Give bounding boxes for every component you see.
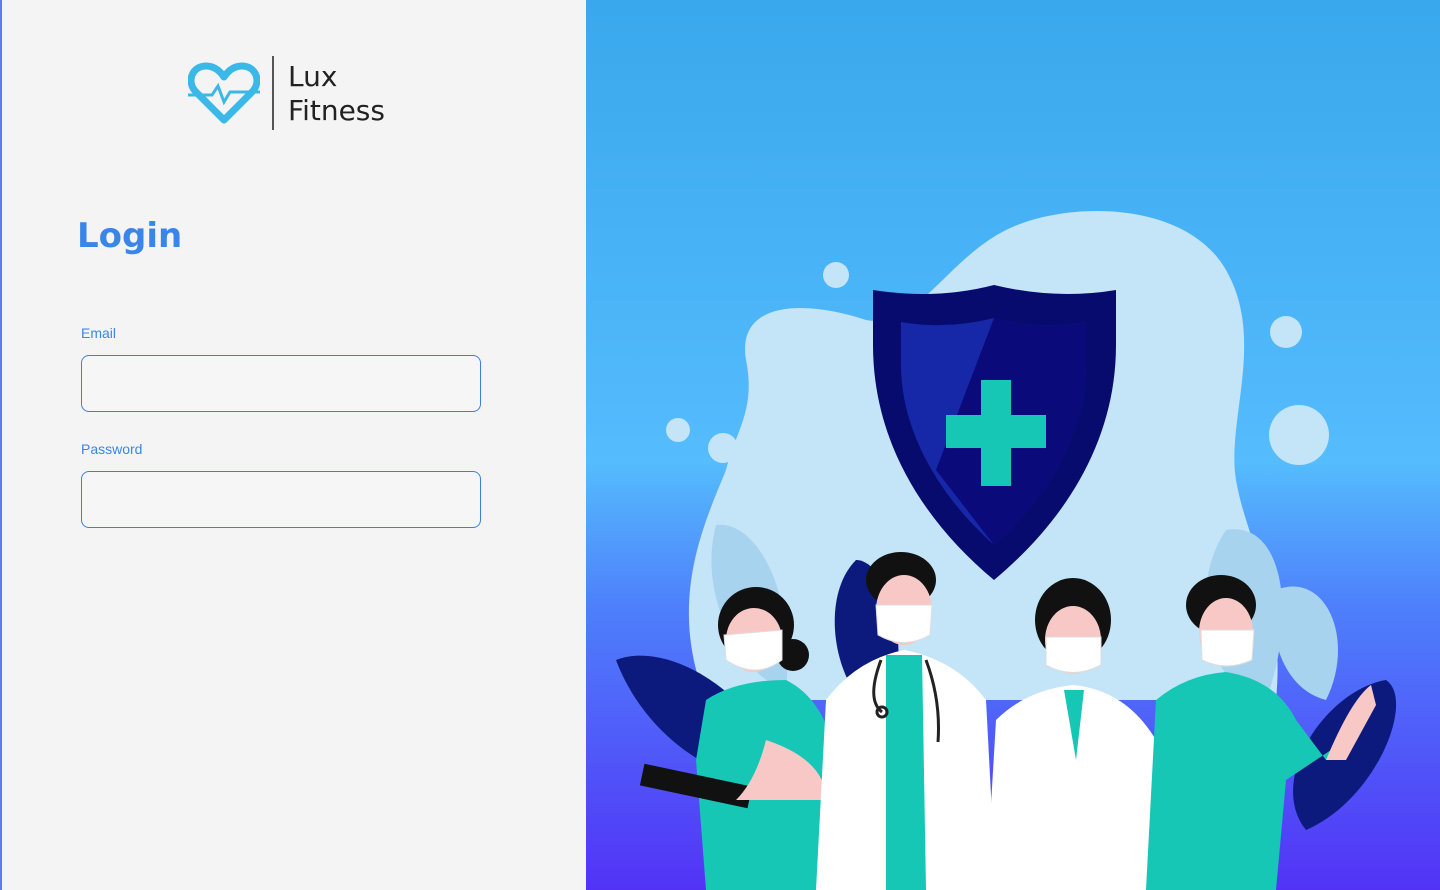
login-title: Login [77, 216, 183, 256]
scrubs [886, 655, 926, 890]
face-mask [1200, 629, 1255, 667]
email-label: Email [81, 325, 117, 341]
face-mask [1045, 636, 1102, 673]
bubble [823, 262, 849, 288]
cross-horizontal [946, 415, 1046, 448]
brand-logo: Lux Fitness [188, 56, 408, 132]
hero-panel [586, 0, 1440, 890]
brand-name-line2: Fitness [288, 94, 385, 127]
leaf-right-light-2 [1273, 586, 1338, 700]
email-field[interactable] [81, 355, 481, 412]
logo-divider [272, 56, 274, 130]
face-mask [875, 604, 933, 643]
heart-pulse-icon [188, 62, 260, 124]
bubble [666, 418, 690, 442]
bubble [708, 433, 738, 463]
bubble [1269, 405, 1329, 465]
login-panel: Lux Fitness Login Email Password [0, 0, 586, 890]
password-label: Password [81, 441, 143, 457]
bubble [1270, 316, 1302, 348]
brand-name-line1: Lux [288, 60, 338, 93]
brand-name: Lux Fitness [288, 60, 385, 128]
medical-team-illustration [616, 210, 1397, 890]
face-mask [723, 629, 783, 671]
password-field[interactable] [81, 471, 481, 528]
